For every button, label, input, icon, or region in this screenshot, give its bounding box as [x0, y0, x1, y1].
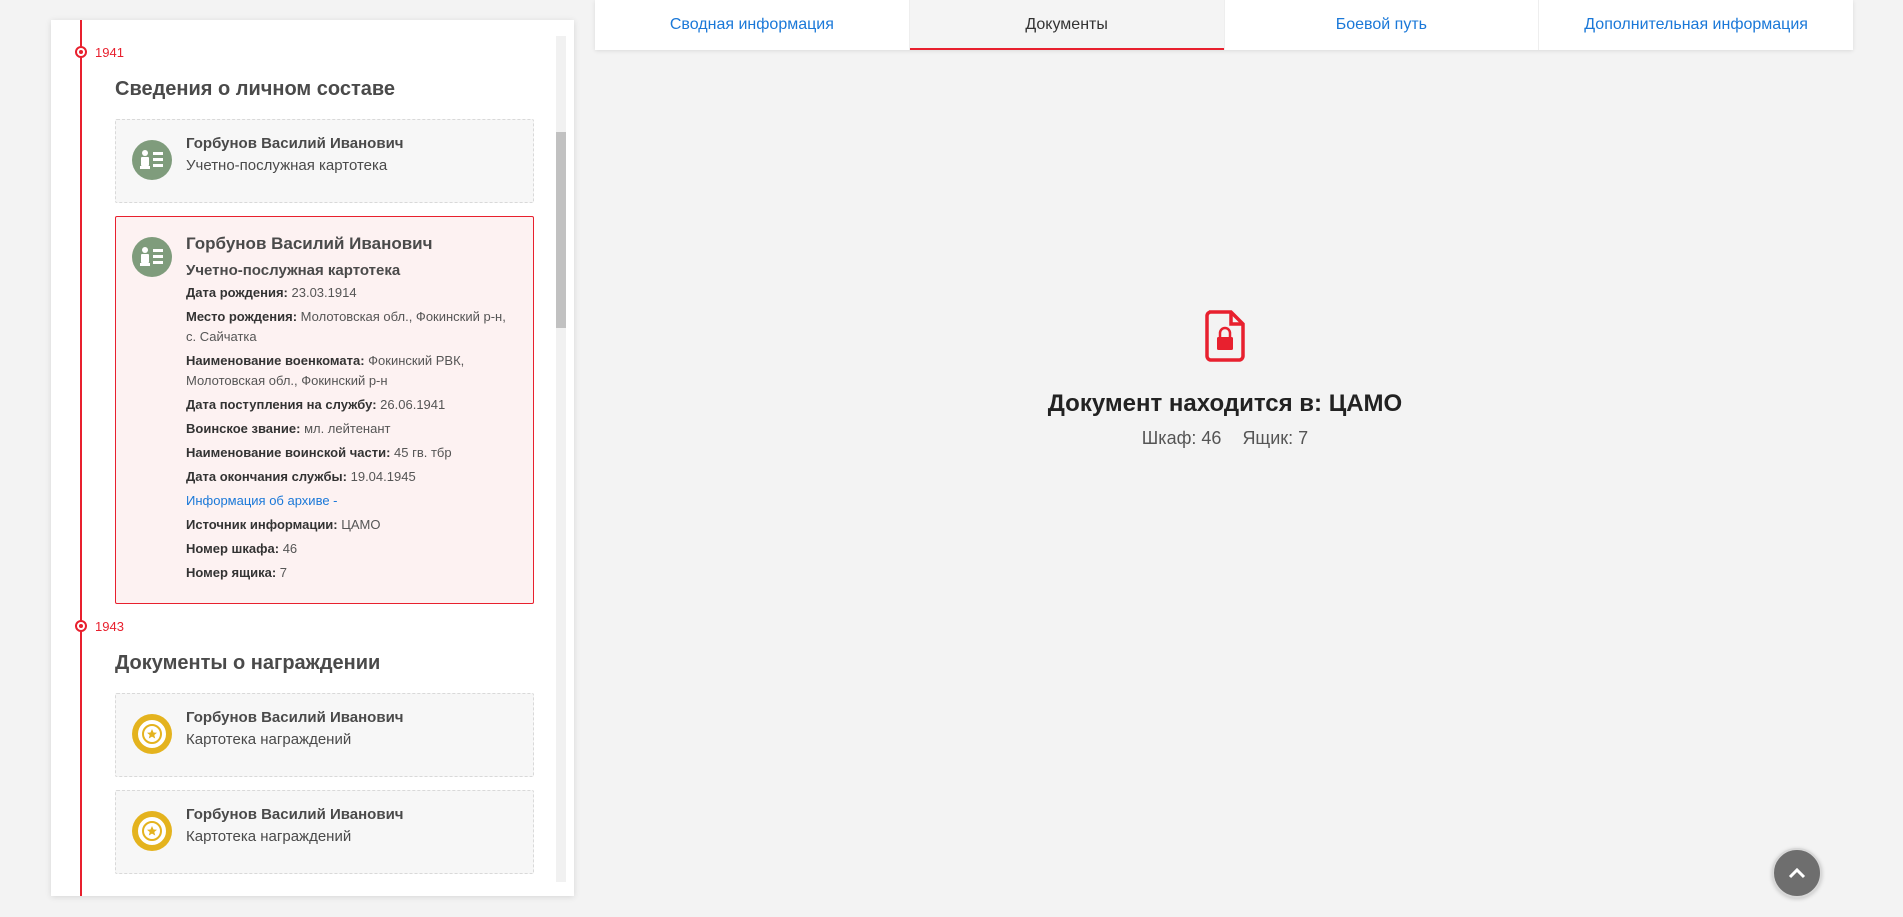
field-service-start: Дата поступления на службу: 26.06.1941 [186, 397, 446, 412]
document-card[interactable]: Горбунов Василий Иванович Картотека нагр… [115, 693, 534, 777]
document-card[interactable]: Горбунов Василий Иванович Картотека нагр… [115, 790, 534, 874]
tab-additional-info[interactable]: Дополнительная информация [1539, 0, 1853, 50]
archive-info-link[interactable]: Информация об архиве - [186, 491, 533, 511]
award-medal-icon [132, 714, 172, 754]
card-person-name: Горбунов Василий Иванович [186, 806, 404, 823]
field-source: Источник информации: ЦАМО [186, 517, 381, 532]
document-location: Документ находится в: ЦАМО Шкаф: 46 Ящик… [1000, 310, 1450, 449]
tab-documents[interactable]: Документы [909, 0, 1225, 50]
card-person-name: Горбунов Василий Иванович [186, 234, 433, 253]
field-birth-date: Дата рождения: 23.03.1914 [186, 285, 357, 300]
timeline-scrollbar[interactable] [556, 36, 566, 882]
personnel-card-icon [132, 237, 172, 277]
timeline-line [80, 20, 82, 896]
card-doc-type: Картотека награждений [186, 828, 352, 845]
year-label: 1943 [95, 619, 124, 634]
chevron-up-icon [1788, 867, 1806, 879]
scrollbar-thumb[interactable] [556, 132, 566, 328]
field-unit: Наименование воинской части: 45 гв. тбр [186, 445, 452, 460]
field-rank: Воинское звание: мл. лейтенант [186, 421, 391, 436]
field-birth-place: Место рождения: Молотовская обл., Фокинс… [186, 309, 506, 344]
section-title-awards: Документы о награждении [115, 652, 381, 674]
section-title-personnel: Сведения о личном составе [115, 78, 396, 100]
card-doc-type: Учетно-послужная картотека [186, 157, 388, 174]
field-box-number: Номер ящика: 7 [186, 565, 288, 580]
tab-summary[interactable]: Сводная информация [595, 0, 910, 50]
year-marker [75, 46, 87, 58]
document-card[interactable]: Горбунов Василий Иванович Учетно-послужн… [115, 119, 534, 203]
award-medal-icon [132, 811, 172, 851]
scroll-to-top-button[interactable] [1772, 848, 1822, 898]
card-person-name: Горбунов Василий Иванович [186, 709, 404, 726]
field-commissariat: Наименование военкомата: Фокинский РВК, … [186, 353, 465, 388]
year-label: 1941 [95, 45, 124, 60]
card-doc-type: Учетно-послужная картотека [186, 262, 401, 279]
personnel-card-icon [132, 140, 172, 180]
card-doc-type: Картотека награждений [186, 731, 352, 748]
year-marker [75, 620, 87, 632]
field-service-end: Дата окончания службы: 19.04.1945 [186, 469, 416, 484]
document-storage-info: Шкаф: 46 Ящик: 7 [1000, 428, 1450, 449]
box-label: Ящик: 7 [1242, 428, 1309, 448]
cabinet-label: Шкаф: 46 [1141, 428, 1222, 448]
timeline-panel: 1941 Сведения о личном составе Горбунов … [51, 20, 574, 896]
tab-bar: Сводная информация Документы Боевой путь… [595, 0, 1853, 50]
card-person-name: Горбунов Василий Иванович [186, 135, 404, 152]
locked-document-icon [1203, 310, 1247, 362]
document-card-selected[interactable]: Горбунов Василий Иванович Учетно-послужн… [115, 216, 534, 604]
field-cabinet-number: Номер шкафа: 46 [186, 541, 298, 556]
document-location-title: Документ находится в: ЦАМО [1047, 390, 1403, 417]
tab-combat-path[interactable]: Боевой путь [1225, 0, 1540, 50]
